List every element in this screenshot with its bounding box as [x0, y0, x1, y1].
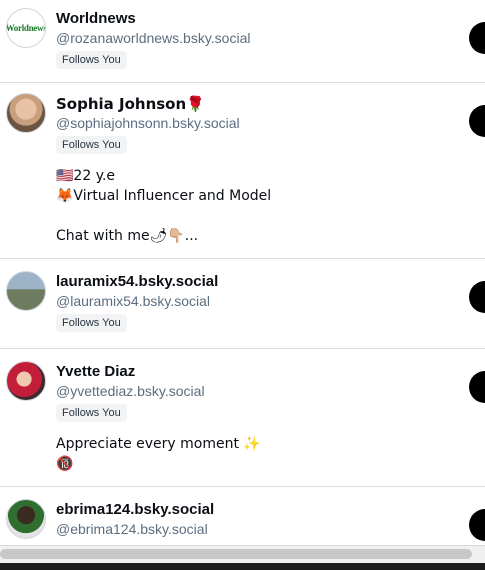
avatar[interactable] [6, 361, 46, 401]
taskbar-edge [0, 563, 485, 570]
avatar[interactable] [6, 271, 46, 311]
follow-button[interactable] [469, 105, 485, 137]
list-item[interactable]: Sophia Johnson🌹 @sophiajohnsonn.bsky.soc… [0, 83, 485, 259]
horizontal-scrollbar[interactable] [0, 545, 485, 563]
handle[interactable]: @yvettediaz.bsky.social [56, 382, 261, 400]
follow-button[interactable] [469, 371, 485, 403]
scrollbar-thumb[interactable] [0, 549, 472, 559]
follow-button[interactable] [469, 281, 485, 313]
avatar[interactable] [6, 93, 46, 133]
follows-you-badge: Follows You [56, 404, 127, 422]
bio-text: Appreciate every moment ✨ 🔞 [56, 436, 261, 472]
worldnews-logo-text: Worldnews [6, 23, 46, 33]
list-item[interactable]: Yvette Diaz @yvettediaz.bsky.social Foll… [0, 349, 485, 487]
avatar[interactable] [6, 499, 46, 539]
handle[interactable]: @ebrima124.bsky.social [56, 520, 214, 538]
follows-you-badge: Follows You [56, 136, 127, 154]
bio-text: 🇺🇸22 y.e 🦊Virtual Influencer and Model C… [56, 168, 272, 244]
handle[interactable]: @rozanaworldnews.bsky.social [56, 29, 250, 47]
display-name[interactable]: lauramix54.bsky.social [56, 272, 218, 292]
handle[interactable]: @sophiajohnsonn.bsky.social [56, 114, 271, 132]
follow-button[interactable] [469, 509, 485, 541]
list-item[interactable]: Worldnews Worldnews @rozanaworldnews.bsk… [0, 0, 485, 83]
list-item[interactable]: lauramix54.bsky.social @lauramix54.bsky.… [0, 259, 485, 349]
follow-button[interactable] [469, 22, 485, 54]
follower-list: Worldnews Worldnews @rozanaworldnews.bsk… [0, 0, 485, 547]
display-name[interactable]: Worldnews [56, 9, 250, 29]
avatar[interactable]: Worldnews [6, 8, 46, 48]
follows-you-badge: Follows You [56, 314, 127, 332]
list-item[interactable]: ebrima124.bsky.social @ebrima124.bsky.so… [0, 487, 485, 547]
display-name[interactable]: Sophia Johnson🌹 [56, 94, 271, 114]
display-name[interactable]: ebrima124.bsky.social [56, 500, 214, 520]
follows-you-badge: Follows You [56, 51, 127, 69]
handle[interactable]: @lauramix54.bsky.social [56, 292, 218, 310]
display-name[interactable]: Yvette Diaz [56, 362, 261, 382]
